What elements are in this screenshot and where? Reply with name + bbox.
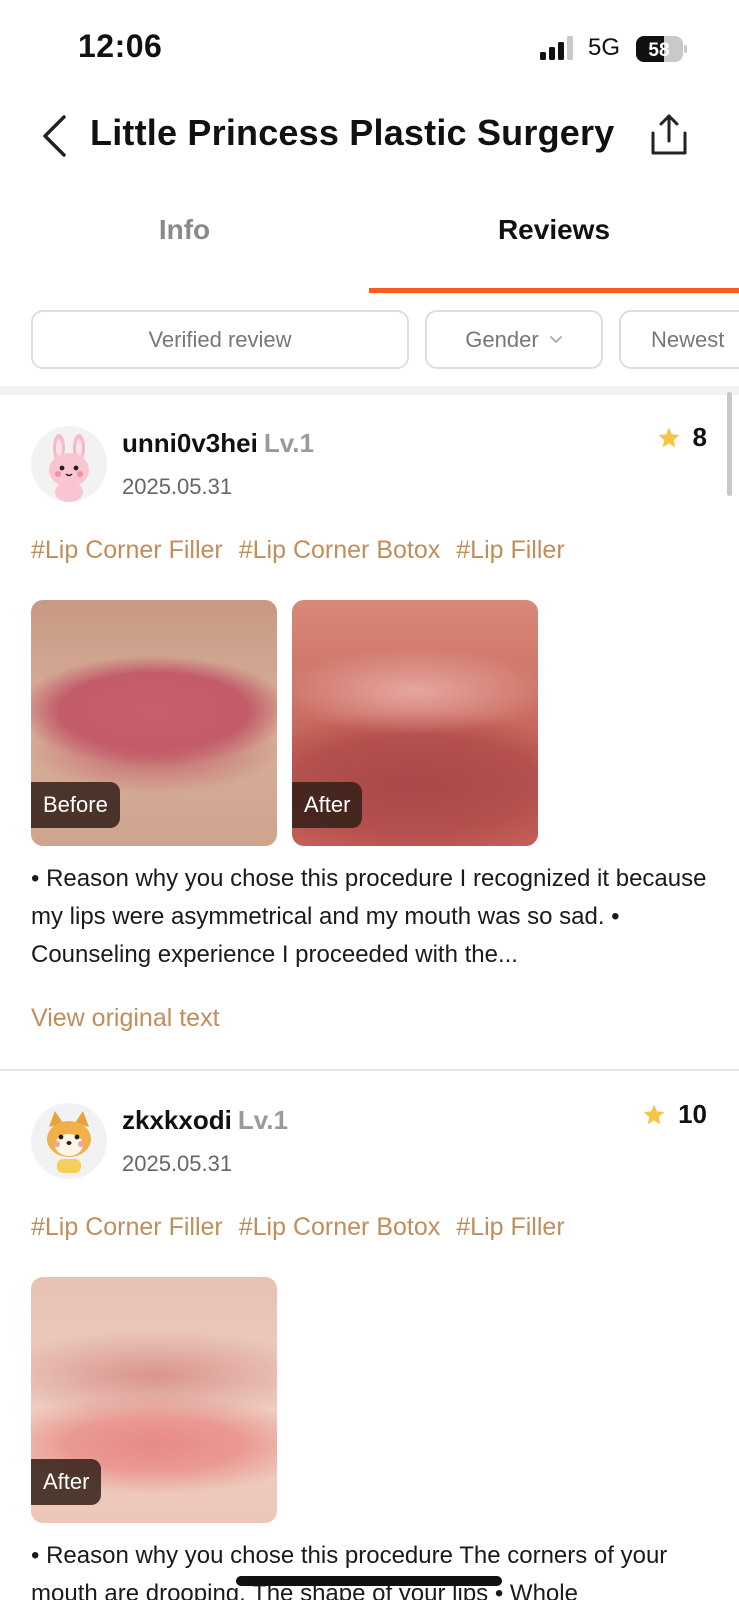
sort-label: Newest [651, 326, 725, 352]
share-icon [651, 114, 687, 155]
review-rating: 10 [642, 1099, 707, 1130]
signal-strength-icon [540, 36, 573, 60]
photo-label: After [292, 782, 363, 828]
review-text[interactable]: • Reason why you chose this procedure Th… [31, 1537, 711, 1600]
procedure-tag[interactable]: #Lip Corner Botox [239, 536, 441, 564]
after-photo[interactable]: After [31, 1277, 277, 1523]
sort-filter[interactable]: Newest [619, 310, 739, 369]
status-bar: 12:06 5G 58 [0, 0, 739, 96]
tab-bar: Info Reviews [0, 200, 739, 294]
filter-bar: Verified review Gender Newest [0, 310, 739, 370]
user-level: Lv.1 [263, 428, 314, 458]
battery-level: 58 [648, 40, 669, 61]
back-button[interactable] [34, 110, 74, 162]
rating-value: 8 [692, 422, 707, 452]
photo-label: After [31, 1459, 102, 1505]
star-icon [658, 427, 679, 447]
status-time: 12:06 [78, 28, 163, 64]
active-tab-indicator [369, 288, 739, 293]
after-photo[interactable]: After [292, 600, 538, 846]
nav-bar: Little Princess Plastic Surgery [0, 100, 739, 176]
user-level: Lv.1 [237, 1105, 288, 1135]
review-divider [0, 1069, 739, 1071]
procedure-tag[interactable]: #Lip Filler [456, 536, 564, 564]
procedure-tag[interactable]: #Lip Corner Filler [31, 1213, 223, 1241]
review-username[interactable]: unni0v3hei Lv.1 [122, 428, 314, 459]
review-username[interactable]: zkxkxodi Lv.1 [122, 1105, 288, 1136]
tab-reviews[interactable]: Reviews [369, 214, 739, 246]
share-button[interactable] [646, 108, 692, 162]
page-title: Little Princess Plastic Surgery [90, 112, 615, 153]
chevron-down-icon [549, 335, 562, 343]
review-text[interactable]: • Reason why you chose this procedure I … [31, 860, 711, 974]
gender-filter[interactable]: Gender [425, 310, 603, 369]
network-type: 5G [588, 34, 621, 61]
tab-info[interactable]: Info [0, 214, 369, 246]
verified-review-filter[interactable]: Verified review [31, 310, 409, 369]
shiba-avatar-icon[interactable] [31, 1103, 107, 1179]
procedure-tags: #Lip Corner Filler #Lip Corner Botox #Lip … [31, 1213, 581, 1242]
username-text: zkxkxodi [122, 1105, 232, 1135]
procedure-tag[interactable]: #Lip Filler [456, 1213, 564, 1241]
gender-label: Gender [465, 326, 539, 352]
review-rating: 8 [657, 422, 707, 453]
procedure-tags: #Lip Corner Filler #Lip Corner Botox #Lip … [31, 536, 581, 565]
star-icon [643, 1104, 665, 1124]
procedure-tag[interactable]: #Lip Corner Botox [239, 1213, 441, 1241]
before-photo[interactable]: Before [31, 600, 277, 846]
review-date: 2025.05.31 [122, 1151, 233, 1176]
procedure-tag[interactable]: #Lip Corner Filler [31, 536, 223, 564]
photo-label: Before [31, 782, 120, 828]
username-text: unni0v3hei [122, 428, 258, 458]
view-original-text-link[interactable]: View original text [31, 1004, 220, 1033]
chevron-left-icon [43, 115, 66, 157]
home-indicator[interactable] [236, 1576, 502, 1586]
review-date: 2025.05.31 [122, 474, 233, 499]
verified-review-label: Verified review [148, 326, 292, 352]
rating-value: 10 [678, 1099, 707, 1129]
scrollbar[interactable] [727, 392, 732, 496]
section-divider [0, 386, 739, 395]
bunny-avatar-icon[interactable] [31, 426, 107, 502]
battery-icon: 58 [636, 36, 687, 62]
